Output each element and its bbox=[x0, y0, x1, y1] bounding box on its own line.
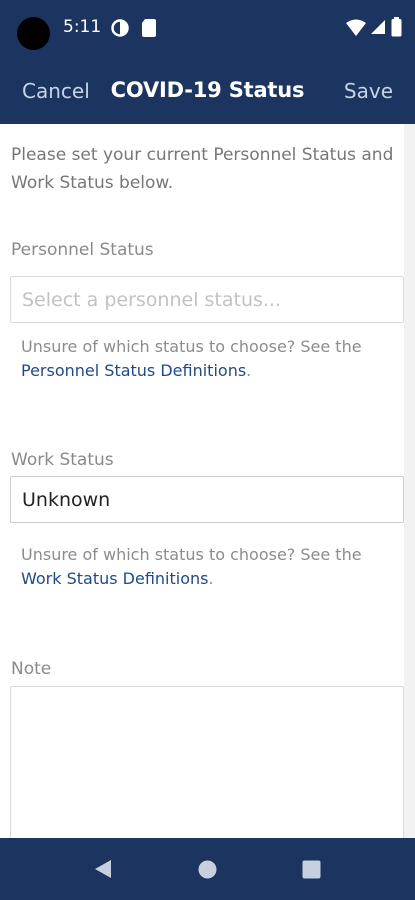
work-status-label: Work Status bbox=[11, 450, 114, 470]
work-help-period: . bbox=[208, 569, 214, 588]
personnel-help-period: . bbox=[246, 361, 252, 380]
note-label: Note bbox=[11, 659, 52, 679]
form-content[interactable]: Please set your current Personnel Status… bbox=[0, 124, 404, 838]
status-bar: 5:11 bbox=[0, 0, 415, 58]
personnel-help-text: Unsure of which status to choose? See th… bbox=[21, 337, 362, 356]
app-header: Cancel COVID-19 Status Save bbox=[0, 58, 415, 124]
signal-icon bbox=[370, 19, 386, 39]
personnel-status-help: Unsure of which status to choose? See th… bbox=[21, 335, 401, 383]
personnel-status-placeholder: Select a personnel status... bbox=[22, 289, 282, 311]
battery-icon bbox=[391, 17, 402, 41]
personnel-status-label: Personnel Status bbox=[11, 240, 154, 260]
work-status-definitions-link[interactable]: Work Status Definitions bbox=[21, 569, 208, 588]
note-textarea[interactable] bbox=[10, 686, 404, 838]
recents-icon[interactable] bbox=[302, 860, 321, 883]
wifi-icon bbox=[345, 19, 367, 41]
personnel-status-definitions-link[interactable]: Personnel Status Definitions bbox=[21, 361, 246, 380]
work-status-help: Unsure of which status to choose? See th… bbox=[21, 543, 401, 591]
camera-cutout bbox=[17, 17, 50, 50]
work-status-select[interactable]: Unknown bbox=[10, 476, 404, 523]
personnel-status-select[interactable]: Select a personnel status... bbox=[10, 276, 404, 323]
data-saver-icon bbox=[110, 18, 130, 42]
sim-card-icon bbox=[141, 18, 157, 42]
status-time: 5:11 bbox=[63, 17, 102, 37]
home-icon[interactable] bbox=[198, 860, 217, 883]
system-navigation-bar bbox=[0, 838, 415, 900]
scrollbar[interactable] bbox=[404, 124, 415, 838]
work-status-value: Unknown bbox=[22, 489, 111, 511]
back-icon[interactable] bbox=[94, 859, 112, 883]
intro-text: Please set your current Personnel Status… bbox=[11, 145, 394, 193]
work-help-text: Unsure of which status to choose? See th… bbox=[21, 545, 362, 564]
save-button[interactable]: Save bbox=[344, 79, 393, 103]
